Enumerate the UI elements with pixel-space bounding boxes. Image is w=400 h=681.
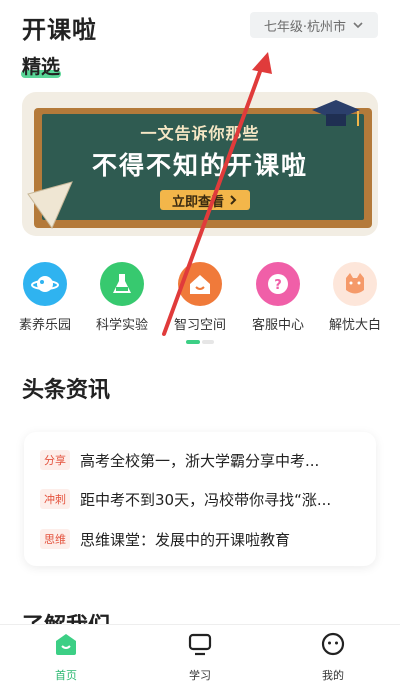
- banner-title: 不得不知的开课啦: [91, 151, 308, 180]
- location-selector[interactable]: 七年级·杭州市: [250, 12, 378, 38]
- nav-study[interactable]: 学习: [170, 631, 230, 681]
- entry-customer-service[interactable]: ? 客服中心: [243, 262, 313, 333]
- chevron-down-icon: [353, 22, 363, 29]
- entry-study-space[interactable]: 智习空间: [165, 262, 235, 333]
- svg-text:?: ?: [274, 278, 282, 293]
- entry-label: 科学实验: [95, 318, 148, 333]
- tab-featured-label: 精选: [22, 56, 61, 78]
- entry-label: 素养乐园: [18, 318, 71, 333]
- nav-home[interactable]: 首页: [36, 631, 96, 681]
- promo-banner[interactable]: 一文告诉你那些 不得不知的开课啦 立即查看: [22, 92, 378, 236]
- news-item[interactable]: 分享 高考全校第一，浙大学霸分享中考...: [40, 449, 364, 471]
- news-heading: 头条资讯: [22, 378, 111, 403]
- news-card: 分享 高考全校第一，浙大学霸分享中考... 冲刺 距中考不到30天，冯校带你寻找…: [24, 432, 376, 566]
- cat-icon: [333, 262, 377, 306]
- news-tag: 冲刺: [40, 489, 70, 509]
- news-title: 高考全校第一，浙大学霸分享中考...: [80, 451, 320, 470]
- entry-science-lab[interactable]: 科学实验: [87, 262, 157, 333]
- banner-view-button-label: 立即查看: [171, 194, 224, 210]
- tab-featured[interactable]: 精选: [21, 52, 61, 79]
- indicator-inactive: [202, 340, 214, 344]
- entry-label: 客服中心: [251, 318, 304, 333]
- entry-label: 解忧大白: [328, 318, 381, 333]
- banner-view-button[interactable]: 立即查看: [160, 190, 250, 210]
- home-icon: [56, 634, 76, 655]
- chevron-right-icon: [230, 195, 237, 205]
- news-title: 距中考不到30天，冯校带你寻找“涨...: [80, 490, 332, 509]
- news-tag: 分享: [40, 450, 70, 470]
- entry-literacy-park[interactable]: 素养乐园: [10, 262, 80, 333]
- nav-profile[interactable]: 我的: [303, 631, 363, 681]
- news-tag: 思维: [40, 529, 70, 549]
- carousel-indicator: [186, 340, 214, 344]
- news-item[interactable]: 冲刺 距中考不到30天，冯校带你寻找“涨...: [40, 488, 364, 510]
- entry-label: 智习空间: [173, 318, 226, 333]
- help-icon: ?: [256, 262, 300, 306]
- indicator-active: [186, 340, 200, 344]
- flask-icon: [100, 262, 144, 306]
- location-selector-label: 七年级·杭州市: [263, 19, 347, 35]
- news-title: 思维课堂：发展中的开课啦教育: [80, 530, 291, 549]
- app-header: 开课啦 七年级·杭州市: [0, 0, 400, 50]
- bottom-nav: 首页 学习 我的: [0, 624, 400, 681]
- monitor-icon: [188, 633, 212, 656]
- banner-subtitle: 一文告诉你那些: [140, 124, 260, 143]
- profile-face-icon: [321, 632, 345, 656]
- nav-profile-label: 我的: [322, 669, 344, 681]
- entry-worry-free[interactable]: 解忧大白: [320, 262, 390, 333]
- planet-icon: [23, 262, 67, 306]
- paper-plane-illustration: [27, 181, 73, 230]
- quick-entry-row: 素养乐园 科学实验 智习空间 ? 客服中心 解忧大白: [0, 262, 400, 333]
- nav-study-label: 学习: [189, 669, 211, 681]
- news-item[interactable]: 思维 思维课堂：发展中的开课啦教育: [40, 528, 364, 550]
- app-title: 开课啦: [22, 16, 97, 44]
- house-icon: [178, 262, 222, 306]
- nav-home-label: 首页: [55, 669, 77, 681]
